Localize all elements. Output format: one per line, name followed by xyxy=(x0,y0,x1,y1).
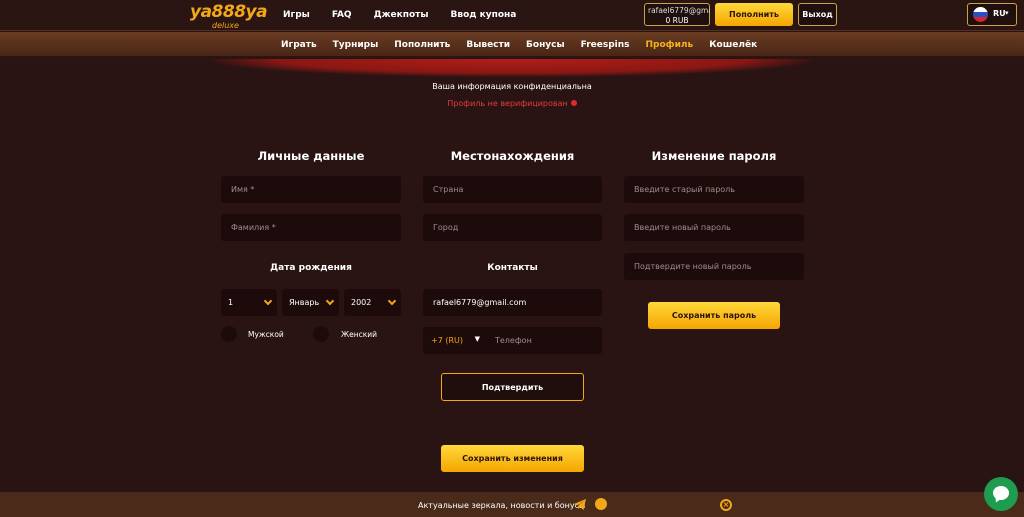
country-field[interactable]: Страна xyxy=(423,176,602,203)
subnav-freespins[interactable]: Freespins xyxy=(581,40,630,50)
top-header: ya888ya deluxe Игры FAQ Джекпоты Ввод ку… xyxy=(0,0,1024,31)
privacy-notice: Ваша информация конфиденциальна xyxy=(432,82,592,91)
save-changes-button[interactable]: Сохранить изменения xyxy=(441,445,584,472)
language-selector[interactable]: RU ▾ xyxy=(967,3,1017,26)
chevron-down-icon xyxy=(387,296,397,306)
gender-female-label: Женский xyxy=(341,330,377,339)
account-email: rafael6779@gmail.com xyxy=(648,6,710,15)
chat-button[interactable] xyxy=(984,477,1018,511)
site-logo[interactable]: ya888ya deluxe xyxy=(190,2,268,30)
phone-code-value: +7 (RU) xyxy=(431,336,463,345)
nav-jackpots[interactable]: Джекпоты xyxy=(374,10,429,20)
account-box[interactable]: rafael6779@gmail.com 0 RUB xyxy=(644,3,710,26)
phone-field[interactable]: Телефон xyxy=(485,327,602,354)
personal-data-title: Личные данные xyxy=(257,149,365,163)
subnav-wallet[interactable]: Кошелёк xyxy=(709,40,757,50)
last-name-field[interactable]: Фамилия * xyxy=(221,214,401,241)
gender-male-label: Мужской xyxy=(248,330,284,339)
caret-down-icon: ▼ xyxy=(474,335,480,343)
old-password-field[interactable]: Введите старый пароль xyxy=(624,176,804,203)
deposit-button[interactable]: Пополнить xyxy=(715,3,793,26)
account-balance: 0 RUB xyxy=(665,16,689,25)
contacts-title: Контакты xyxy=(487,263,538,273)
top-nav: Игры FAQ Джекпоты Ввод купона xyxy=(283,10,538,20)
subnav-profile[interactable]: Профиль xyxy=(646,40,694,50)
location-title: Местонахождения xyxy=(450,149,575,163)
nav-faq[interactable]: FAQ xyxy=(332,10,352,20)
chevron-down-icon: ▾ xyxy=(1005,9,1009,17)
subnav-tournaments[interactable]: Турниры xyxy=(333,40,379,50)
dob-title: Дата рождения xyxy=(270,263,352,273)
telegram-icon[interactable] xyxy=(574,499,586,510)
subnav-deposit[interactable]: Пополнить xyxy=(394,40,450,50)
close-icon[interactable]: × xyxy=(720,499,732,511)
password-title: Изменение пароля xyxy=(651,149,777,163)
dob-year-value: 2002 xyxy=(351,298,372,307)
viber-icon[interactable] xyxy=(595,498,607,510)
verification-status: Профиль не верифицирован xyxy=(0,99,1024,108)
section-nav: Играть Турниры Пополнить Вывести Бонусы … xyxy=(0,32,1024,58)
chevron-down-icon xyxy=(325,296,335,306)
logout-button[interactable]: Выход xyxy=(798,3,837,26)
subnav-play[interactable]: Играть xyxy=(281,40,317,50)
status-dot-icon xyxy=(570,100,577,106)
logo-subtitle: deluxe xyxy=(212,21,239,30)
russia-flag-icon xyxy=(973,7,988,22)
dob-month-select[interactable]: Январь xyxy=(282,289,339,316)
city-field[interactable]: Город xyxy=(423,214,602,241)
dob-month-value: Январь xyxy=(289,298,320,307)
subnav-bonuses[interactable]: Бонусы xyxy=(526,40,565,50)
decorative-arc xyxy=(210,59,814,77)
language-code: RU xyxy=(993,9,1006,18)
phone-code-select[interactable]: +7 (RU) ▼ xyxy=(423,327,485,354)
email-field[interactable]: rafael6779@gmail.com xyxy=(423,289,602,316)
chat-bubble-tail xyxy=(993,494,1003,505)
new-password-field[interactable]: Введите новый пароль xyxy=(624,214,804,241)
footer-bar: Актуальные зеркала, новости и бонусы × xyxy=(0,492,1024,517)
dob-year-select[interactable]: 2002 xyxy=(344,289,401,316)
gender-female-radio[interactable] xyxy=(313,326,329,342)
nav-coupon[interactable]: Ввод купона xyxy=(451,10,517,20)
save-password-button[interactable]: Сохранить пароль xyxy=(648,302,780,329)
chevron-down-icon xyxy=(263,296,273,306)
confirm-password-field[interactable]: Подтвердите новый пароль xyxy=(624,253,804,280)
nav-games[interactable]: Игры xyxy=(283,10,310,20)
verification-text: Профиль не верифицирован xyxy=(447,99,568,108)
dob-day-select[interactable]: 1 xyxy=(221,289,277,316)
logo-wordmark: ya888ya xyxy=(190,2,268,22)
subnav-withdraw[interactable]: Вывести xyxy=(466,40,510,50)
footer-text: Актуальные зеркала, новости и бонусы xyxy=(418,501,586,510)
first-name-field[interactable]: Имя * xyxy=(221,176,401,203)
confirm-contacts-button[interactable]: Подтвердить xyxy=(441,373,584,401)
dob-day-value: 1 xyxy=(228,298,234,307)
gender-male-radio[interactable] xyxy=(221,326,237,342)
